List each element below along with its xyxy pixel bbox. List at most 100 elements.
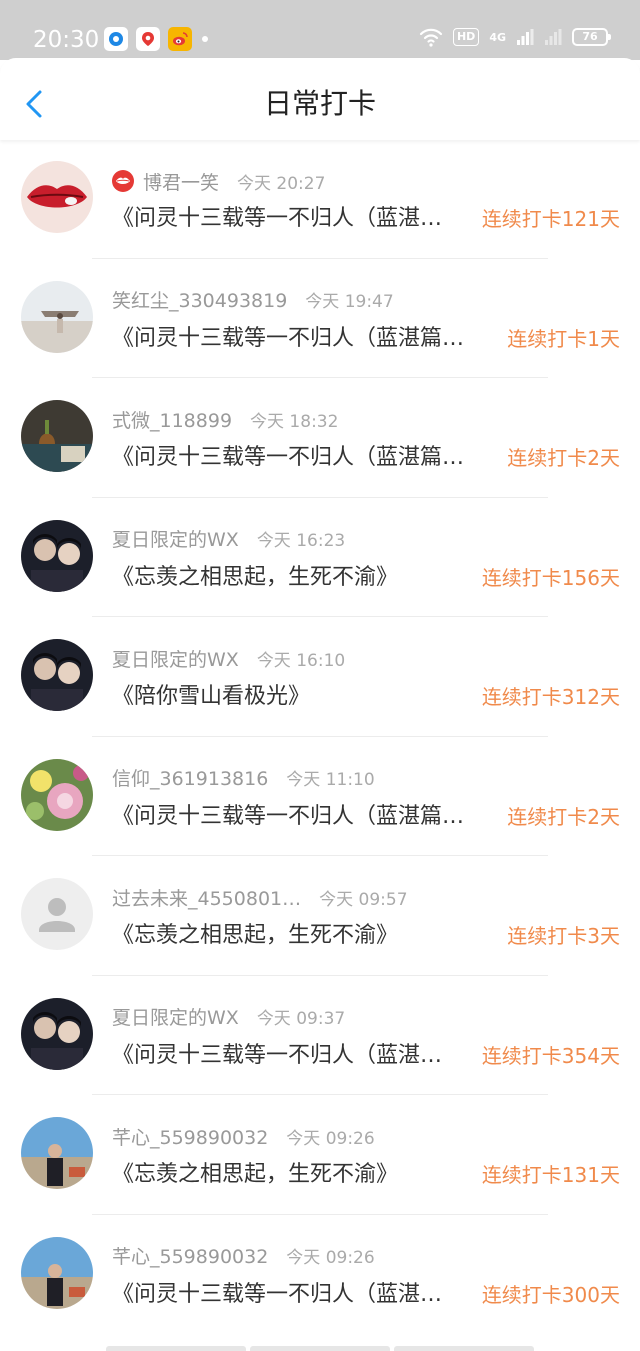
browser-app-icon — [104, 27, 128, 51]
list-item[interactable]: 过去未来_4550801… 今天 09:57 《忘羡之相思起，生死不渝》 连续打… — [0, 856, 640, 976]
hd-badge: HD — [452, 28, 480, 46]
checkin-list: 博君一笑 今天 20:27 《问灵十三载等一不归人（蓝湛… 连续打卡121天 笑… — [0, 141, 640, 1334]
couple-photo-avatar — [21, 639, 93, 711]
avatar[interactable] — [21, 1117, 93, 1189]
timestamp: 今天 16:23 — [256, 531, 346, 551]
status-indicators: HD 4G 76 — [419, 27, 611, 47]
wifi-icon — [419, 28, 443, 47]
nav-bar: 日常打卡 — [0, 58, 640, 140]
streak-count: 连续打卡2天 — [507, 804, 620, 829]
bottom-bar-fragment — [106, 1346, 246, 1351]
list-item[interactable]: 式微_118899 今天 18:32 《问灵十三载等一不归人（蓝湛篇… 连续打卡… — [0, 378, 640, 498]
page-title: 日常打卡 — [263, 87, 376, 120]
weibo-app-icon — [168, 27, 192, 51]
streak-count: 连续打卡121天 — [481, 207, 620, 231]
avatar[interactable] — [21, 878, 93, 950]
streak-count: 连续打卡131天 — [481, 1163, 620, 1187]
avatar[interactable] — [21, 1236, 93, 1309]
username[interactable]: 笑红尘_330493819 — [112, 286, 287, 313]
signal-icon — [517, 29, 534, 45]
entry-meta: 夏日限定的WX 今天 09:37 — [112, 1004, 345, 1030]
entry-meta: 过去未来_4550801… 今天 09:57 — [112, 884, 408, 910]
book-title[interactable]: 《问灵十三载等一不归人（蓝湛篇… — [112, 323, 492, 355]
book-title[interactable]: 《忘羡之相思起，生死不渝》 — [112, 562, 468, 594]
entry-meta: 夏日限定的WX 今天 16:10 — [112, 645, 345, 671]
entry-meta: 信仰_361913816 今天 11:10 — [112, 765, 375, 791]
entry-meta: 芊心_559890032 今天 09:26 — [112, 1123, 375, 1149]
list-item[interactable]: 芊心_559890032 今天 09:26 《问灵十三载等一不归人（蓝湛… 连续… — [0, 1215, 640, 1335]
list-item[interactable]: 博君一笑 今天 20:27 《问灵十三载等一不归人（蓝湛… 连续打卡121天 — [0, 141, 640, 259]
username[interactable]: 博君一笑 — [143, 168, 219, 195]
status-bar: 20:30 HD 4G 76 — [0, 0, 640, 60]
entry-meta: 博君一笑 今天 20:27 — [112, 168, 325, 194]
bottom-bar-fragment — [250, 1346, 390, 1351]
streak-count: 连续打卡300天 — [481, 1282, 620, 1307]
more-notifications-dot — [202, 36, 208, 42]
list-item[interactable]: 夏日限定的WX 今天 16:23 《忘羡之相思起，生死不渝》 连续打卡156天 — [0, 498, 640, 617]
lips-icon — [112, 170, 134, 192]
timestamp: 今天 09:26 — [286, 1128, 375, 1149]
list-item[interactable]: 信仰_361913816 今天 11:10 《问灵十三载等一不归人（蓝湛篇… 连… — [0, 737, 640, 856]
username[interactable]: 过去未来_4550801… — [112, 884, 301, 911]
list-item[interactable]: 芊心_559890032 今天 09:26 《忘羡之相思起，生死不渝》 连续打卡… — [0, 1095, 640, 1215]
streak-count: 连续打卡3天 — [507, 924, 620, 948]
timestamp: 今天 09:57 — [319, 889, 408, 910]
streak-count: 连续打卡312天 — [481, 685, 620, 709]
lips-photo-avatar — [21, 161, 93, 233]
avatar[interactable] — [21, 519, 93, 592]
entry-meta: 夏日限定的WX 今天 16:23 — [112, 526, 345, 552]
timestamp: 今天 18:32 — [250, 411, 339, 432]
timestamp: 今天 19:47 — [305, 292, 394, 312]
list-item[interactable]: 夏日限定的WX 今天 09:37 《问灵十三载等一不归人（蓝湛… 连续打卡354… — [0, 976, 640, 1095]
default-user-icon — [21, 878, 93, 950]
avatar[interactable] — [21, 400, 93, 472]
timestamp: 今天 09:37 — [256, 1009, 346, 1029]
status-time: 20:30 — [33, 27, 100, 53]
network-type: 4G — [489, 30, 506, 44]
avatar[interactable] — [21, 161, 93, 233]
signal-weak-icon — [545, 29, 562, 45]
seaside-portrait-avatar — [21, 1236, 93, 1309]
streak-count: 连续打卡1天 — [507, 326, 620, 351]
avatar[interactable] — [21, 997, 93, 1070]
entry-meta: 笑红尘_330493819 今天 19:47 — [112, 287, 394, 313]
couple-photo-avatar — [21, 519, 93, 592]
username[interactable]: 夏日限定的WX — [112, 525, 239, 552]
map-pin-app-icon — [136, 27, 160, 51]
timestamp: 今天 20:27 — [237, 173, 326, 194]
username[interactable]: 夏日限定的WX — [112, 1003, 239, 1030]
book-title[interactable]: 《问灵十三载等一不归人（蓝湛… — [112, 1040, 468, 1072]
list-item[interactable]: 夏日限定的WX 今天 16:10 《陪你雪山看极光》 连续打卡312天 — [0, 617, 640, 737]
book-title[interactable]: 《陪你雪山看极光》 — [112, 681, 468, 713]
flowers-photo-avatar — [21, 758, 93, 831]
username[interactable]: 芊心_559890032 — [112, 1123, 268, 1150]
username[interactable]: 信仰_361913816 — [112, 764, 268, 791]
timestamp: 今天 09:26 — [286, 1248, 375, 1268]
username[interactable]: 芊心_559890032 — [112, 1242, 268, 1269]
book-title[interactable]: 《问灵十三载等一不归人（蓝湛篇… — [112, 442, 492, 474]
entry-meta: 芊心_559890032 今天 09:26 — [112, 1243, 375, 1269]
beach-photo-avatar — [21, 280, 93, 353]
book-title[interactable]: 《问灵十三载等一不归人（蓝湛篇… — [112, 801, 492, 833]
battery-indicator: 76 — [572, 28, 611, 46]
book-title[interactable]: 《问灵十三载等一不归人（蓝湛… — [112, 203, 468, 235]
streak-count: 连续打卡354天 — [481, 1043, 620, 1068]
couple-photo-avatar — [21, 997, 93, 1070]
entry-meta: 式微_118899 今天 18:32 — [112, 406, 338, 432]
book-title[interactable]: 《忘羡之相思起，生死不渝》 — [112, 920, 492, 952]
streak-count: 连续打卡156天 — [481, 565, 620, 590]
avatar[interactable] — [21, 639, 93, 711]
still-life-photo-avatar — [21, 400, 93, 472]
avatar[interactable] — [21, 758, 93, 831]
username[interactable]: 夏日限定的WX — [112, 645, 239, 672]
book-title[interactable]: 《问灵十三载等一不归人（蓝湛… — [112, 1279, 468, 1311]
book-title[interactable]: 《忘羡之相思起，生死不渝》 — [112, 1159, 468, 1191]
avatar[interactable] — [21, 280, 93, 353]
list-item[interactable]: 笑红尘_330493819 今天 19:47 《问灵十三载等一不归人（蓝湛篇… … — [0, 259, 640, 378]
timestamp: 今天 11:10 — [286, 770, 375, 790]
streak-count: 连续打卡2天 — [507, 446, 620, 470]
timestamp: 今天 16:10 — [256, 650, 346, 671]
bottom-bar-fragment — [394, 1346, 534, 1351]
username[interactable]: 式微_118899 — [112, 406, 232, 433]
seaside-portrait-avatar — [21, 1117, 93, 1189]
